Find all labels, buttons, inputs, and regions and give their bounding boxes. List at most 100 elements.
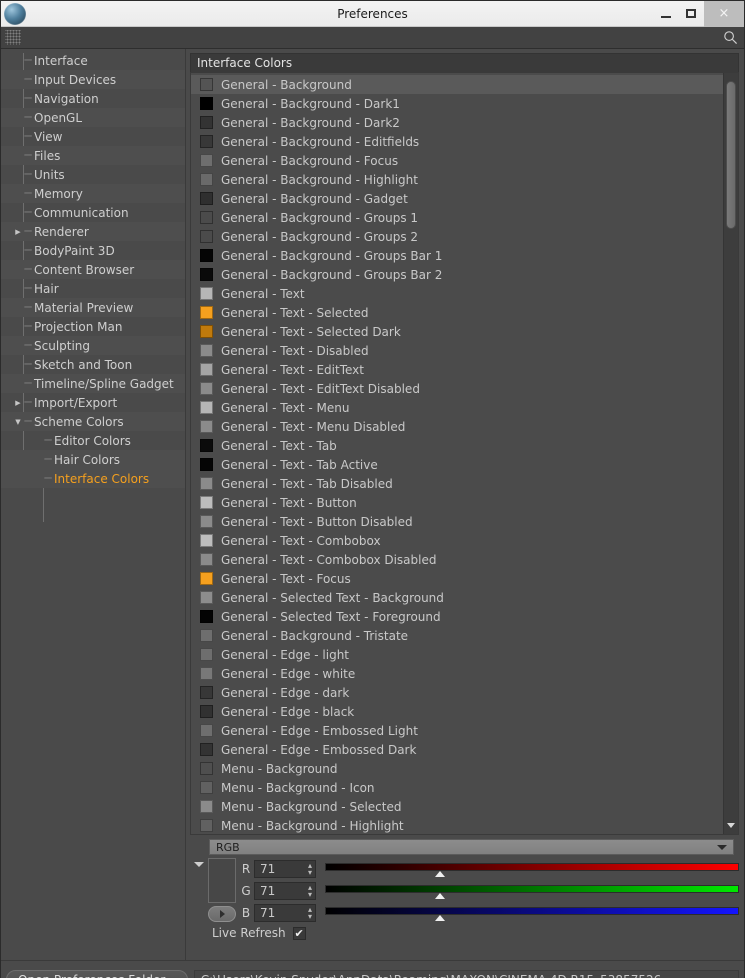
- channel-slider-handle[interactable]: [435, 915, 446, 921]
- color-list-row[interactable]: General - Edge - white: [191, 664, 723, 683]
- color-swatch[interactable]: [200, 591, 213, 604]
- color-swatch[interactable]: [200, 458, 213, 471]
- color-swatch[interactable]: [200, 610, 213, 623]
- drag-grip-icon[interactable]: [5, 30, 21, 45]
- color-list-row[interactable]: General - Text - Button: [191, 493, 723, 512]
- sidebar-item-view[interactable]: ─ View: [1, 127, 185, 146]
- sidebar-item-material-preview[interactable]: ─ Material Preview: [1, 298, 185, 317]
- sidebar-item-sketch-and-toon[interactable]: ─ Sketch and Toon: [1, 355, 185, 374]
- color-swatch[interactable]: [200, 572, 213, 585]
- color-swatch[interactable]: [200, 800, 213, 813]
- color-swatch[interactable]: [200, 325, 213, 338]
- color-swatch[interactable]: [200, 420, 213, 433]
- color-list-row[interactable]: General - Edge - Embossed Light: [191, 721, 723, 740]
- open-preferences-folder-button[interactable]: Open Preferences Folder...: [6, 970, 188, 978]
- color-list-row[interactable]: General - Background - Groups Bar 1: [191, 246, 723, 265]
- color-list-row[interactable]: General - Selected Text - Foreground: [191, 607, 723, 626]
- channel-value-input[interactable]: 71 ▴ ▾: [254, 904, 316, 922]
- channel-slider[interactable]: [325, 860, 739, 878]
- color-list-row[interactable]: General - Text - Tab: [191, 436, 723, 455]
- color-list-row[interactable]: Menu - Background - Icon: [191, 778, 723, 797]
- color-list-row[interactable]: General - Background - Dark2: [191, 113, 723, 132]
- channel-slider[interactable]: [325, 882, 739, 900]
- color-list-row[interactable]: General - Text - Menu Disabled: [191, 417, 723, 436]
- color-list-row[interactable]: General - Text - Combobox: [191, 531, 723, 550]
- color-swatch[interactable]: [200, 173, 213, 186]
- sidebar-item-renderer[interactable]: ▶ ─ Renderer: [1, 222, 185, 241]
- color-list-row[interactable]: General - Background: [191, 75, 723, 94]
- color-swatch[interactable]: [200, 192, 213, 205]
- color-swatch[interactable]: [200, 401, 213, 414]
- color-swatch[interactable]: [200, 553, 213, 566]
- color-list-row[interactable]: General - Text: [191, 284, 723, 303]
- live-refresh-row[interactable]: Live Refresh ✔: [212, 926, 739, 940]
- preferences-path-field[interactable]: C:\Users\Kevin Snyder\AppData\Roaming\MA…: [193, 970, 739, 978]
- channel-slider-handle[interactable]: [435, 871, 446, 877]
- minimize-button[interactable]: [654, 1, 678, 27]
- chevron-down-icon[interactable]: ▼: [13, 418, 23, 426]
- color-preview-swatch[interactable]: [208, 858, 236, 903]
- color-list-row[interactable]: Menu - Background: [191, 759, 723, 778]
- sidebar-item-input-devices[interactable]: ─ Input Devices: [1, 70, 185, 89]
- chevron-right-icon[interactable]: ▶: [13, 228, 23, 236]
- sidebar-item-interface-colors[interactable]: ─ Interface Colors: [1, 469, 185, 488]
- color-swatch[interactable]: [200, 439, 213, 452]
- color-swatch[interactable]: [200, 686, 213, 699]
- channel-slider-handle[interactable]: [435, 893, 446, 899]
- color-list-row[interactable]: General - Text - Tab Active: [191, 455, 723, 474]
- color-swatch[interactable]: [200, 667, 213, 680]
- sidebar-item-communication[interactable]: ─ Communication: [1, 203, 185, 222]
- spinner-updown-icon[interactable]: ▴ ▾: [308, 906, 312, 921]
- color-list-row[interactable]: General - Selected Text - Background: [191, 588, 723, 607]
- color-list-row[interactable]: General - Edge - dark: [191, 683, 723, 702]
- spinner-updown-icon[interactable]: ▴ ▾: [308, 884, 312, 899]
- close-button[interactable]: ×: [704, 0, 744, 27]
- color-list-row[interactable]: General - Background - Groups 1: [191, 208, 723, 227]
- color-swatch[interactable]: [200, 249, 213, 262]
- color-swatch[interactable]: [200, 116, 213, 129]
- color-list-row[interactable]: General - Text - EditText Disabled: [191, 379, 723, 398]
- color-list-row[interactable]: General - Background - Highlight: [191, 170, 723, 189]
- collapse-toggle[interactable]: [194, 858, 208, 924]
- scroll-down-arrow-icon[interactable]: [727, 823, 735, 828]
- sidebar-item-bodypaint-3d[interactable]: ─ BodyPaint 3D: [1, 241, 185, 260]
- color-list-row[interactable]: General - Edge - black: [191, 702, 723, 721]
- color-swatch[interactable]: [200, 724, 213, 737]
- sidebar-item-scheme-colors[interactable]: ▼ ─ Scheme Colors: [1, 412, 185, 431]
- sidebar-item-import-export[interactable]: ▶ ─ Import/Export: [1, 393, 185, 412]
- color-swatch[interactable]: [200, 154, 213, 167]
- color-swatch[interactable]: [200, 743, 213, 756]
- color-swatch[interactable]: [200, 306, 213, 319]
- color-list-row[interactable]: General - Text - Focus: [191, 569, 723, 588]
- live-refresh-checkbox[interactable]: ✔: [292, 926, 306, 940]
- sidebar-item-navigation[interactable]: ─ Navigation: [1, 89, 185, 108]
- scrollbar-thumb[interactable]: [726, 81, 736, 229]
- color-list-row[interactable]: General - Text - Combobox Disabled: [191, 550, 723, 569]
- color-swatch[interactable]: [200, 496, 213, 509]
- sidebar-item-hair-colors[interactable]: ─ Hair Colors: [1, 450, 185, 469]
- color-list-row[interactable]: Menu - Background - Selected: [191, 797, 723, 816]
- color-list-row[interactable]: General - Text - EditText: [191, 360, 723, 379]
- color-swatch[interactable]: [200, 344, 213, 357]
- channel-slider[interactable]: [325, 904, 739, 922]
- color-list-row[interactable]: General - Text - Menu: [191, 398, 723, 417]
- spinner-updown-icon[interactable]: ▴ ▾: [308, 862, 312, 877]
- color-list-row[interactable]: General - Background - Focus: [191, 151, 723, 170]
- sidebar-item-hair[interactable]: ─ Hair: [1, 279, 185, 298]
- color-swatch[interactable]: [200, 781, 213, 794]
- color-swatch[interactable]: [200, 211, 213, 224]
- color-list[interactable]: General - Background General - Background…: [191, 73, 723, 834]
- color-list-row[interactable]: General - Background - Dark1: [191, 94, 723, 113]
- color-list-row[interactable]: General - Edge - Embossed Dark: [191, 740, 723, 759]
- color-mode-select[interactable]: RGB: [209, 839, 734, 855]
- sidebar-item-sculpting[interactable]: ─ Sculpting: [1, 336, 185, 355]
- color-list-row[interactable]: General - Background - Tristate: [191, 626, 723, 645]
- sidebar-item-interface[interactable]: ─ Interface: [1, 51, 185, 70]
- color-swatch[interactable]: [200, 534, 213, 547]
- sidebar-item-memory[interactable]: ─ Memory: [1, 184, 185, 203]
- color-swatch[interactable]: [200, 230, 213, 243]
- color-swatch[interactable]: [200, 268, 213, 281]
- color-list-row[interactable]: General - Background - Groups 2: [191, 227, 723, 246]
- sidebar-item-editor-colors[interactable]: ─ Editor Colors: [1, 431, 185, 450]
- eyedropper-button[interactable]: [208, 906, 236, 922]
